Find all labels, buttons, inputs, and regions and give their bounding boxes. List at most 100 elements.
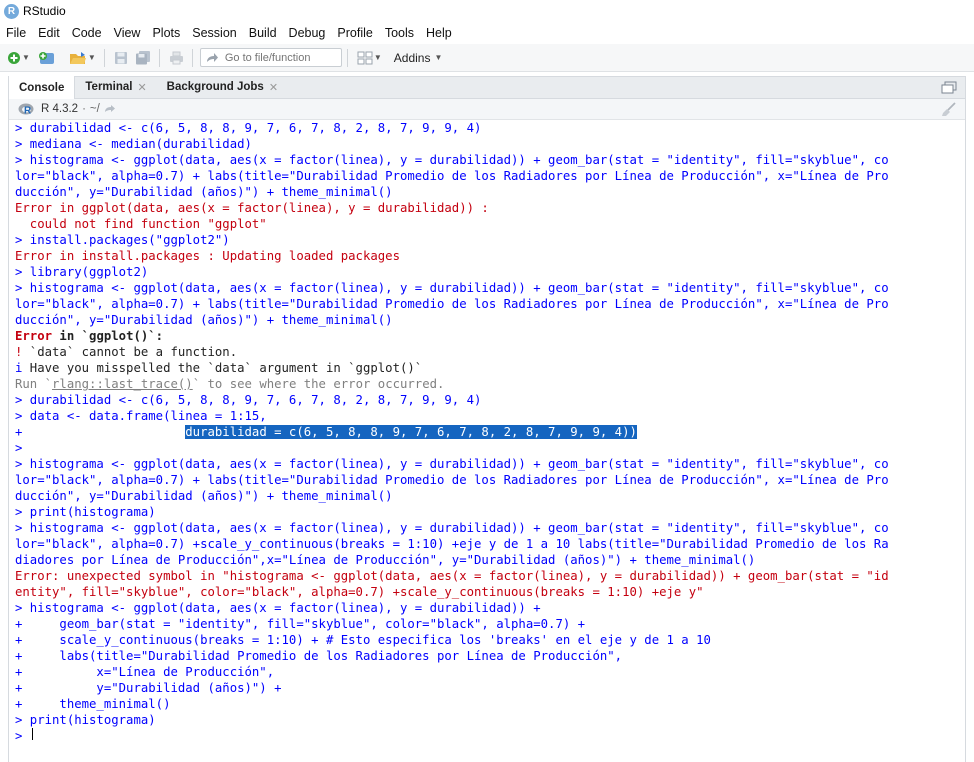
tab-background-jobs[interactable]: Background Jobs ✕: [157, 76, 288, 98]
save-all-icon: [135, 51, 150, 65]
clear-console-button[interactable]: [941, 102, 957, 119]
console-line: + scale_y_continuous(breaks = 1:10) + # …: [15, 632, 965, 648]
console-line: > print(histograma): [15, 504, 965, 520]
broom-icon: [942, 102, 956, 116]
console-text: Error: unexpected symbol in "histograma …: [15, 569, 889, 583]
console-line: >: [15, 440, 965, 456]
console-line: > histograma <- ggplot(data, aes(x = fac…: [15, 152, 965, 168]
menu-debug[interactable]: Debug: [283, 26, 332, 40]
console-text: entity", fill="skyblue", color="black", …: [15, 585, 704, 599]
menu-tools[interactable]: Tools: [379, 26, 420, 40]
console-text: > print(histograma): [15, 505, 156, 519]
folder-open-icon: [69, 51, 86, 64]
console-line: Error in install.packages : Updating loa…: [15, 248, 965, 264]
workspace-panes-button[interactable]: ▼: [354, 47, 385, 69]
new-file-icon: [8, 51, 20, 64]
console-text: ducción", y="Durabilidad (años)") + them…: [15, 313, 393, 327]
console-text: +: [15, 425, 186, 439]
rstudio-logo-icon: R: [4, 3, 19, 19]
menu-bar: File Edit Code View Plots Session Build …: [0, 22, 974, 44]
console-text: lor="black", alpha=0.7) + labs(title="Du…: [15, 169, 889, 183]
console-text: > durabilidad <- c(6, 5, 8, 8, 9, 7, 6, …: [15, 393, 482, 407]
menu-code[interactable]: Code: [66, 26, 108, 40]
chevron-down-icon[interactable]: ▼: [374, 53, 382, 62]
console-line: ! `data` cannot be a function.: [15, 344, 965, 360]
console-output[interactable]: > durabilidad <- c(6, 5, 8, 8, 9, 7, 6, …: [15, 120, 965, 740]
maximize-pane-button[interactable]: [941, 81, 957, 97]
menu-help[interactable]: Help: [420, 26, 458, 40]
console-text: ducción", y="Durabilidad (años)") + them…: [15, 185, 393, 199]
console-line: > durabilidad <- c(6, 5, 8, 8, 9, 7, 6, …: [15, 392, 965, 408]
console-line: + y="Durabilidad (años)") +: [15, 680, 965, 696]
save-all-button[interactable]: [132, 47, 154, 69]
console-text: + geom_bar(stat = "identity", fill="skyb…: [15, 617, 586, 631]
addins-label: Addins: [393, 50, 431, 65]
console-line: + geom_bar(stat = "identity", fill="skyb…: [15, 616, 965, 632]
console-text: > durabilidad <- c(6, 5, 8, 8, 9, 7, 6, …: [15, 121, 482, 135]
tab-console[interactable]: Console: [9, 76, 76, 99]
menu-profile[interactable]: Profile: [331, 26, 378, 40]
console-line: ducción", y="Durabilidad (años)") + them…: [15, 184, 965, 200]
go-to-directory-icon[interactable]: [104, 104, 116, 114]
console-text: in `ggplot()`:: [52, 329, 164, 343]
console-line: lor="black", alpha=0.7) +scale_y_continu…: [15, 536, 965, 552]
console-text: durabilidad = c(6, 5, 8, 8, 9, 7, 6, 7, …: [185, 425, 637, 439]
new-project-icon: [38, 51, 54, 64]
menu-session[interactable]: Session: [186, 26, 242, 40]
console-text: + labs(title="Durabilidad Promedio de lo…: [15, 649, 623, 663]
new-file-button[interactable]: ▼: [4, 47, 33, 69]
tab-terminal[interactable]: Terminal ✕: [75, 76, 156, 98]
console-text: + y="Durabilidad (años)") +: [15, 681, 282, 695]
console-text: > print(histograma): [15, 713, 156, 727]
console-line: + x="Línea de Producción",: [15, 664, 965, 680]
close-icon[interactable]: ✕: [269, 81, 278, 94]
console-pane: Console Terminal ✕ Background Jobs ✕ R R…: [8, 76, 966, 762]
console-line: diadores por Línea de Producción",x="Lín…: [15, 552, 965, 568]
close-icon[interactable]: ✕: [137, 81, 146, 94]
console-text: > library(ggplot2): [15, 265, 149, 279]
console-line: > durabilidad <- c(6, 5, 8, 8, 9, 7, 6, …: [15, 120, 965, 136]
console-text: ducción", y="Durabilidad (años)") + them…: [15, 489, 393, 503]
chevron-down-icon[interactable]: ▼: [434, 53, 442, 62]
console-line: > print(histograma): [15, 712, 965, 728]
chevron-down-icon[interactable]: ▼: [88, 53, 96, 62]
console-text: > histograma <- ggplot(data, aes(x = fac…: [15, 153, 889, 167]
save-button[interactable]: [111, 47, 131, 69]
menu-plots[interactable]: Plots: [146, 26, 186, 40]
console-text: lor="black", alpha=0.7) +scale_y_continu…: [15, 537, 889, 551]
addins-button[interactable]: Addins ▼: [386, 47, 446, 69]
new-project-button[interactable]: [34, 47, 60, 69]
console-line: + theme_minimal(): [15, 696, 965, 712]
console-line: Error: unexpected symbol in "histograma …: [15, 568, 965, 584]
r-logo-icon: R: [18, 103, 34, 115]
print-button[interactable]: [166, 47, 187, 69]
rstudio-window: R RStudio File Edit Code View Plots Sess…: [0, 0, 974, 762]
title-bar: R RStudio: [0, 0, 974, 22]
menu-edit[interactable]: Edit: [32, 26, 66, 40]
menu-view[interactable]: View: [108, 26, 147, 40]
chevron-down-icon[interactable]: ▼: [22, 53, 30, 62]
console-line: > data <- data.frame(linea = 1:15,: [15, 408, 965, 424]
console-line: ducción", y="Durabilidad (años)") + them…: [15, 312, 965, 328]
pane-tabbar: Console Terminal ✕ Background Jobs ✕: [9, 76, 965, 99]
goto-file-function-input[interactable]: Go to file/function: [199, 48, 342, 67]
console-text: Error in install.packages : Updating loa…: [15, 249, 400, 263]
console-line: lor="black", alpha=0.7) + labs(title="Du…: [15, 472, 965, 488]
main-toolbar: ▼ ▼ Go to file/function ▼ Addins ▼: [0, 44, 974, 72]
console-line: + labs(title="Durabilidad Promedio de lo…: [15, 648, 965, 664]
toolbar-divider: [103, 48, 105, 67]
open-file-button[interactable]: ▼: [66, 47, 99, 69]
print-icon: [169, 51, 183, 64]
menu-file[interactable]: File: [0, 26, 32, 40]
working-directory[interactable]: ~/: [90, 103, 100, 115]
console-line: ducción", y="Durabilidad (años)") + them…: [15, 488, 965, 504]
toolbar-divider: [191, 48, 193, 67]
menu-build[interactable]: Build: [243, 26, 283, 40]
console-line: > histograma <- ggplot(data, aes(x = fac…: [15, 456, 965, 472]
console-text: Have you misspelled the `data` argument …: [22, 361, 423, 375]
console-line: >: [15, 728, 965, 740]
console-text: + scale_y_continuous(breaks = 1:10) + # …: [15, 633, 711, 647]
console-text: + x="Línea de Producción",: [15, 665, 275, 679]
text-cursor: [31, 728, 33, 740]
console-text: >: [15, 441, 23, 455]
